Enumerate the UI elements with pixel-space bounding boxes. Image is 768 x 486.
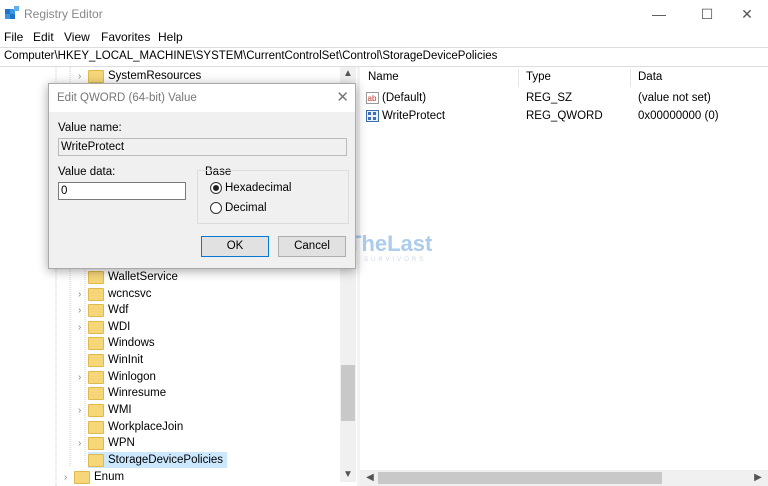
scroll-left-icon[interactable]: ◀ [362,471,378,485]
folder-icon [88,386,104,400]
chevron-right-icon[interactable]: › [78,320,88,336]
tree-item-walletservice[interactable]: WalletService [78,269,178,285]
tree-item-wininit[interactable]: WinInit [78,352,143,368]
value-name: (Default) [382,92,427,104]
tree-item-enum[interactable]: › Enum [64,469,124,485]
chevron-right-icon[interactable]: › [78,303,88,319]
svg-text:ab: ab [368,94,377,103]
radio-checked-icon[interactable] [210,182,222,194]
tree-item-storagedevicepolicies[interactable]: StorageDevicePolicies [88,452,228,468]
value-name: WriteProtect [382,110,446,122]
dialog-close-icon[interactable]: ✕ [336,88,349,106]
address-path[interactable]: Computer\HKEY_LOCAL_MACHINE\SYSTEM\Curre… [4,50,497,62]
menu-file[interactable]: File [4,30,23,44]
watermark-subtext: SURVIVORS [364,257,426,263]
value-name-label: Value name: [58,122,122,134]
menu-bar: File Edit View Favorites Help [0,28,768,46]
tree-item-windows[interactable]: Windows [78,335,155,351]
folder-icon [88,287,104,301]
watermark-text: TheLast [348,231,433,256]
value-type: REG_SZ [526,92,573,104]
menu-view[interactable]: View [64,30,90,44]
chevron-right-icon[interactable]: › [78,403,88,419]
window-title: Registry Editor [24,7,103,21]
tree-item-wdi[interactable]: › WDI [78,319,130,335]
chevron-right-icon[interactable]: › [64,470,74,486]
radio-unchecked-icon[interactable] [210,202,222,214]
folder-icon [88,69,104,83]
folder-icon [88,453,104,467]
title-bar: Registry Editor — ☐ ✕ [0,0,768,28]
tree-item-workplacejoin[interactable]: WorkplaceJoin [78,419,183,435]
folder-icon [88,336,104,350]
address-bar[interactable]: Computer\HKEY_LOCAL_MACHINE\SYSTEM\Curre… [0,47,768,67]
chevron-right-icon[interactable]: › [78,287,88,303]
registry-editor-icon [5,6,19,19]
column-header-name[interactable]: Name [368,71,399,83]
scroll-right-icon[interactable]: ▶ [750,471,766,485]
value-name-field[interactable] [58,138,347,156]
chevron-right-icon[interactable]: › [78,370,88,386]
tree-item-winlogon[interactable]: › Winlogon [78,369,156,385]
value-data: (value not set) [638,92,711,104]
scrollbar-thumb[interactable] [341,365,355,421]
folder-icon [88,403,104,417]
folder-icon [88,420,104,434]
list-horizontal-scrollbar[interactable]: ◀ ▶ [360,470,768,486]
tree-item-winresume[interactable]: Winresume [78,385,166,401]
folder-icon [74,470,90,484]
cancel-button[interactable]: Cancel [278,236,346,257]
base-group-box [197,170,349,224]
tree-item-wpn[interactable]: › WPN [78,435,135,451]
folder-icon [88,436,104,450]
tree-item-systemresources[interactable]: › SystemResources [78,68,201,84]
dialog-title: Edit QWORD (64-bit) Value [57,92,197,104]
edit-qword-dialog: Edit QWORD (64-bit) Value ✕ Value name: … [48,83,356,269]
value-data-input[interactable] [58,182,186,200]
radio-decimal[interactable]: Decimal [210,202,267,214]
minimize-button[interactable]: — [636,0,682,28]
column-divider[interactable] [630,69,631,87]
menu-help[interactable]: Help [158,30,183,44]
chevron-right-icon[interactable]: › [78,436,88,452]
tree-item-wdf[interactable]: › Wdf [78,302,128,318]
scrollbar-thumb[interactable] [378,472,662,484]
values-list-pane: Name Type Data ab (Default) REG_SZ (valu… [360,67,768,486]
radio-hexadecimal[interactable]: Hexadecimal [210,182,291,194]
value-data-label: Value data: [58,166,116,178]
menu-edit[interactable]: Edit [33,30,54,44]
value-row-writeprotect[interactable]: WriteProtect [366,108,445,125]
dialog-title-bar[interactable]: Edit QWORD (64-bit) Value ✕ [49,84,355,112]
folder-icon [88,270,104,284]
scroll-down-icon[interactable]: ▼ [340,468,356,482]
value-row-default[interactable]: ab (Default) [366,90,426,107]
binary-value-icon [366,109,379,122]
tree-item-wcncsvc[interactable]: › wcncsvc [78,286,151,302]
ok-button[interactable]: OK [201,236,269,257]
tree-item-wmi[interactable]: › WMI [78,402,132,418]
value-data: 0x00000000 (0) [638,110,719,122]
close-button[interactable]: ✕ [724,0,768,28]
folder-icon [88,353,104,367]
menu-favorites[interactable]: Favorites [101,30,150,44]
value-type: REG_QWORD [526,110,603,122]
column-header-data[interactable]: Data [638,71,662,83]
folder-icon [88,320,104,334]
column-header-type[interactable]: Type [526,71,551,83]
string-value-icon: ab [366,91,379,104]
column-divider[interactable] [518,69,519,87]
folder-icon [88,370,104,384]
scroll-up-icon[interactable]: ▲ [340,67,356,81]
folder-icon [88,303,104,317]
